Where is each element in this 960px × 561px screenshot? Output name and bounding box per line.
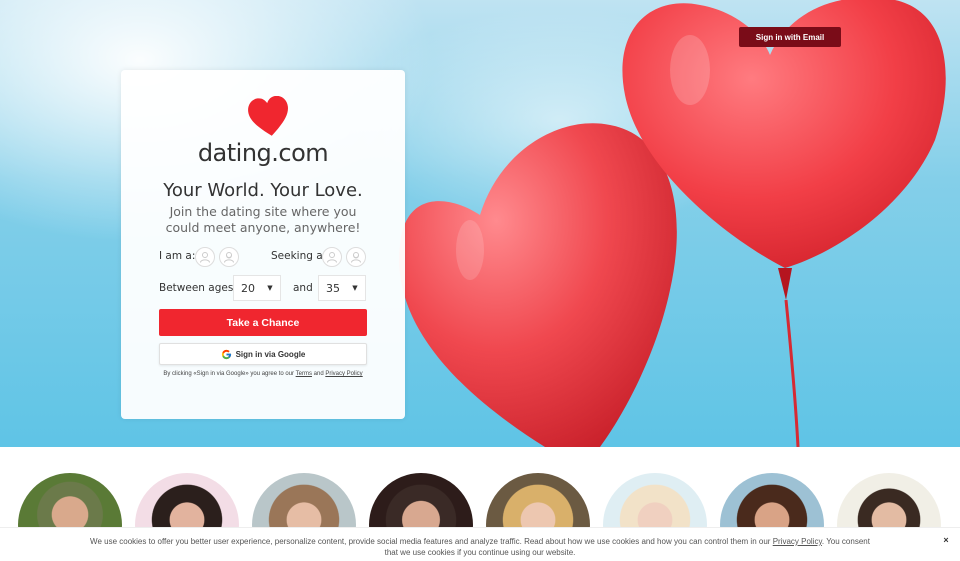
age-max-value: 35 <box>326 281 340 295</box>
sign-in-via-google-button[interactable]: Sign in via Google <box>159 343 367 365</box>
google-icon <box>221 349 231 359</box>
cookie-privacy-policy-link[interactable]: Privacy Policy <box>773 537 822 546</box>
female-user-icon <box>351 252 361 263</box>
hero-headline: Your World. Your Love. <box>163 180 363 201</box>
take-a-chance-button[interactable]: Take a Chance <box>159 309 367 336</box>
google-button-label: Sign in via Google <box>235 349 306 359</box>
hero-banner: Sign in with Email dating.com Your World… <box>0 0 960 447</box>
seeking-male-button[interactable] <box>322 247 342 267</box>
hero-subline: Join the dating site where you could mee… <box>165 204 361 235</box>
logo-text: dating.com <box>197 139 329 167</box>
signup-card: dating.com Your World. Your Love. Join t… <box>121 70 405 419</box>
and-label: and <box>293 282 313 294</box>
legal-prefix: By clicking «Sign in via Google» you agr… <box>163 371 295 377</box>
female-user-icon <box>224 252 234 263</box>
heart-logo-icon <box>248 96 288 136</box>
age-min-select[interactable]: 20 ▼ <box>233 275 281 301</box>
seeking-female-button[interactable] <box>346 247 366 267</box>
male-user-icon <box>327 252 337 263</box>
cookie-text: We use cookies to offer you better user … <box>90 536 870 558</box>
terms-link[interactable]: Terms <box>296 371 312 377</box>
age-min-value: 20 <box>241 281 255 295</box>
i-am-label: I am a: <box>159 250 196 262</box>
male-user-icon <box>200 252 210 263</box>
ages-label: Between ages: <box>159 282 237 294</box>
privacy-policy-link[interactable]: Privacy Policy <box>325 371 362 377</box>
i-am-female-button[interactable] <box>219 247 239 267</box>
seeking-label: Seeking a: <box>271 250 327 262</box>
close-icon[interactable]: × <box>940 534 952 546</box>
i-am-male-button[interactable] <box>195 247 215 267</box>
chevron-down-icon: ▼ <box>352 284 358 292</box>
legal-notice: By clicking «Sign in via Google» you agr… <box>159 370 367 378</box>
cookie-message: We use cookies to offer you better user … <box>90 537 771 546</box>
chevron-down-icon: ▼ <box>267 284 273 292</box>
legal-and: and <box>313 371 324 377</box>
cookie-banner: We use cookies to offer you better user … <box>0 527 960 561</box>
sign-in-with-email-button[interactable]: Sign in with Email <box>739 27 841 47</box>
age-max-select[interactable]: 35 ▼ <box>318 275 366 301</box>
